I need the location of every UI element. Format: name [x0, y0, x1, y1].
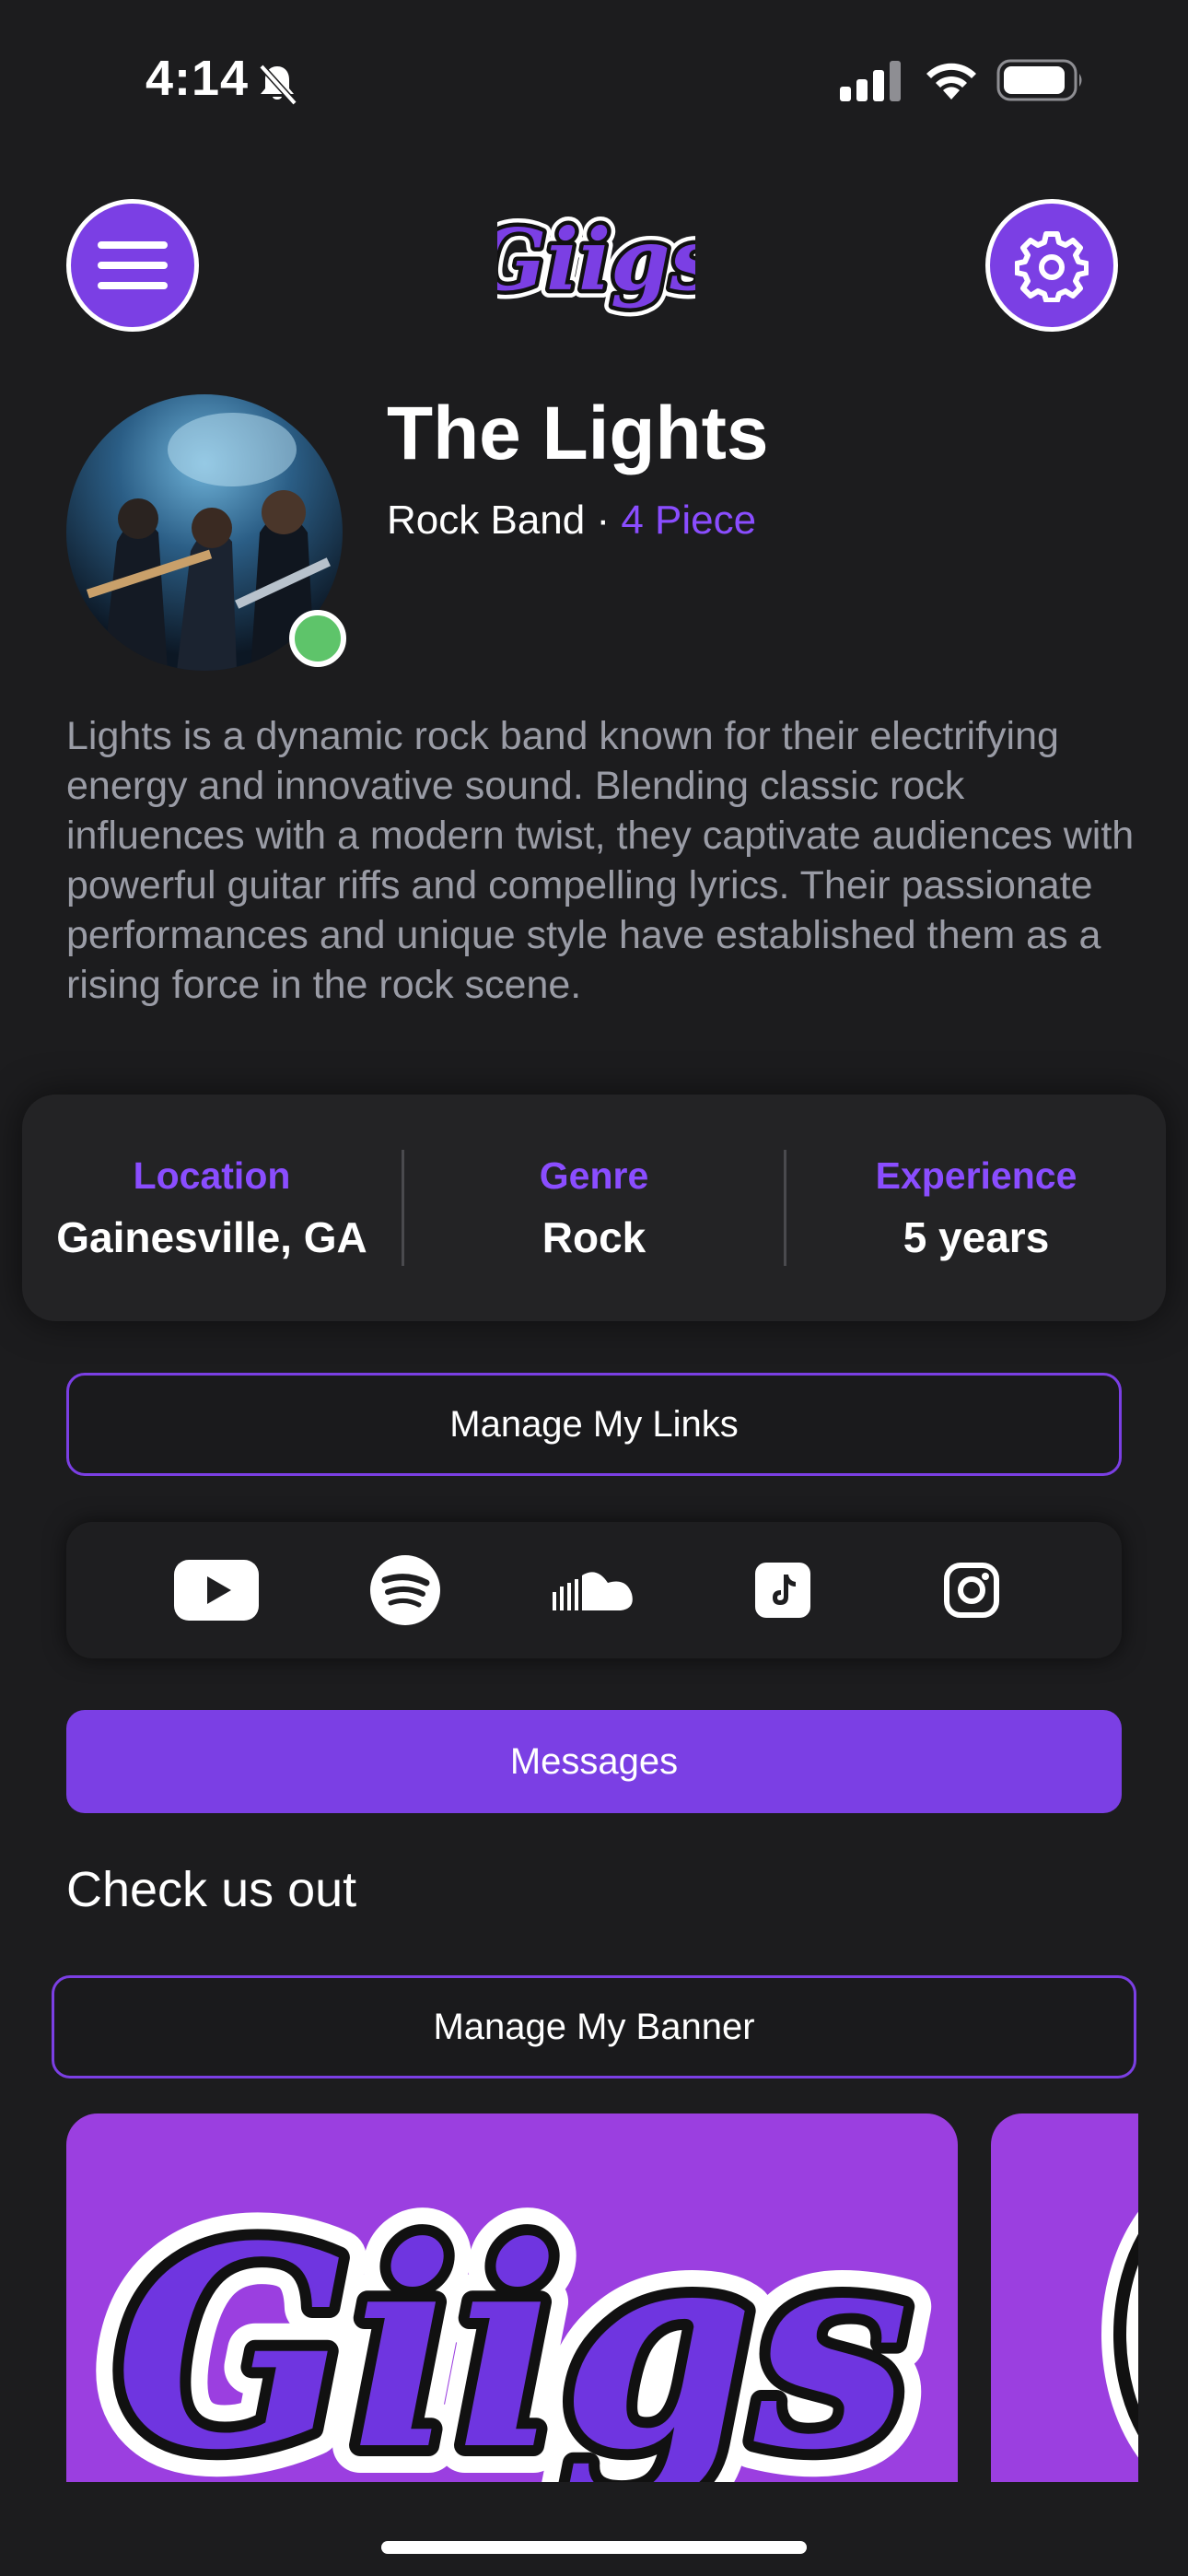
stat-label: Location — [133, 1153, 291, 1197]
stat-value: Gainesville, GA — [56, 1212, 367, 1261]
band-bio: Lights is a dynamic rock band known for … — [66, 714, 1135, 1007]
stat-label: Genre — [539, 1153, 649, 1197]
soundcloud-icon[interactable] — [550, 1546, 638, 1634]
silent-bell-icon — [259, 64, 297, 106]
youtube-icon[interactable] — [172, 1546, 261, 1634]
hamburger-menu-icon — [98, 241, 168, 289]
band-type: Rock Band — [387, 498, 586, 543]
manage-links-button[interactable]: Manage My Links — [66, 1373, 1122, 1476]
wifi-icon — [926, 63, 976, 100]
battery-icon — [996, 59, 1082, 101]
svg-text:Giigs: Giigs — [497, 210, 695, 310]
svg-text:Giigs: Giigs — [115, 2185, 910, 2482]
status-time: 4:14 — [146, 51, 250, 106]
banner-card[interactable]: Giigs Giigs Giigs — [66, 2113, 958, 2482]
check-us-out-heading: Check us out — [66, 1862, 357, 1917]
manage-banner-button[interactable]: Manage My Banner — [52, 1975, 1136, 2078]
band-subtitle: Rock Band · 4 Piece — [387, 498, 756, 544]
spotify-icon[interactable] — [361, 1546, 449, 1634]
stat-genre: Genre Rock — [404, 1154, 784, 1262]
stat-location: Location Gainesville, GA — [22, 1154, 402, 1262]
banner-logo-image-partial — [1101, 2211, 1138, 2458]
subtitle-separator: · — [585, 498, 622, 543]
messages-button[interactable]: Messages — [66, 1710, 1122, 1813]
band-name: The Lights — [387, 392, 769, 475]
menu-button[interactable] — [66, 199, 199, 332]
social-links-card — [66, 1522, 1122, 1658]
status-bar: 4:14 — [0, 0, 1188, 157]
stat-experience: Experience 5 years — [786, 1154, 1166, 1262]
instagram-icon[interactable] — [927, 1546, 1016, 1634]
stat-value: 5 years — [903, 1212, 1050, 1261]
band-size: 4 Piece — [621, 498, 757, 543]
banner-logo-image: Giigs Giigs Giigs — [87, 2158, 938, 2482]
gear-icon — [1015, 231, 1089, 302]
cellular-signal-icon — [840, 61, 901, 101]
tiktok-icon[interactable] — [739, 1546, 827, 1634]
stat-label: Experience — [875, 1153, 1077, 1197]
banner-card-next[interactable] — [991, 2113, 1138, 2482]
app-logo: Giigs Giigs Giigs — [497, 202, 695, 318]
stats-card: Location Gainesville, GA Genre Rock Expe… — [22, 1095, 1166, 1321]
home-indicator[interactable] — [381, 2541, 807, 2554]
stat-value: Rock — [542, 1212, 646, 1261]
online-status-indicator — [289, 610, 346, 667]
settings-button[interactable] — [985, 199, 1118, 332]
